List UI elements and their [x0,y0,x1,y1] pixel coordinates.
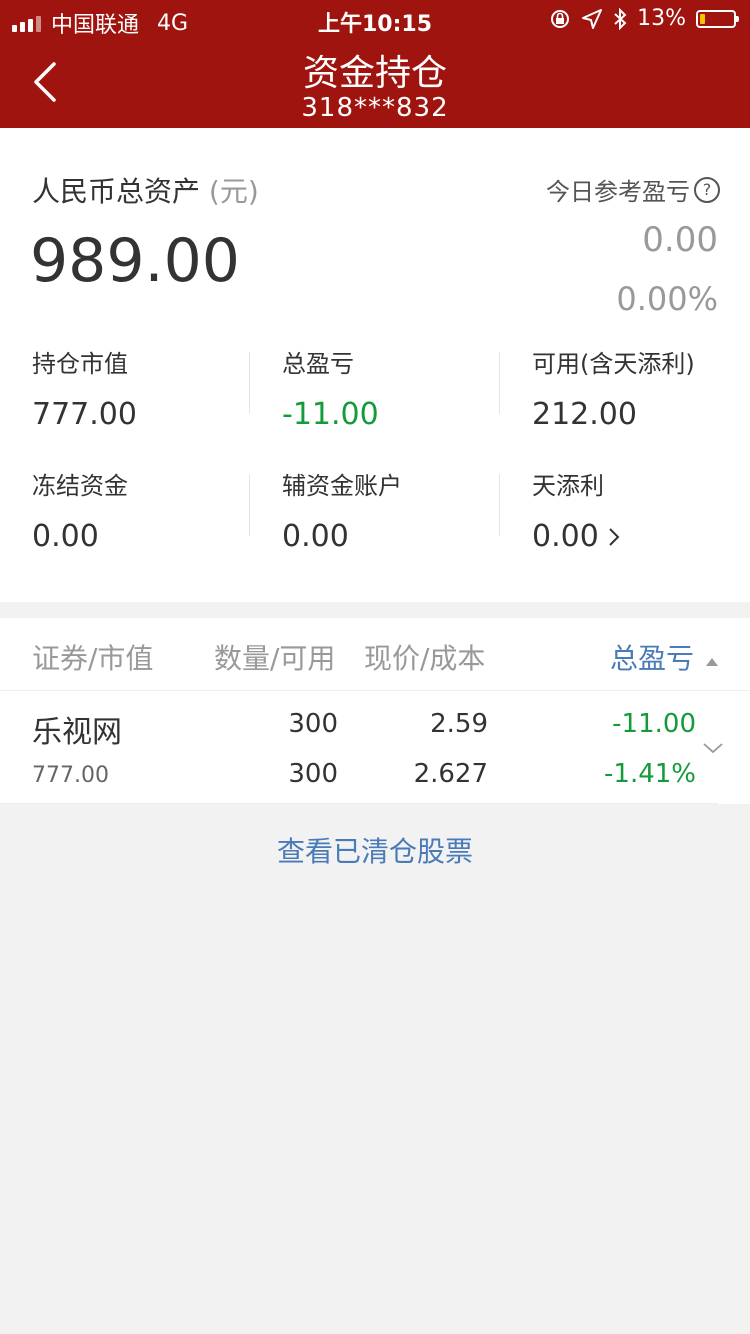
chevron-down-icon[interactable] [702,741,724,755]
frozen-funds-cell: 冻结资金 0.00 [32,472,128,554]
available-cell: 可用(含天添利) 212.00 [532,350,695,432]
position-value-cell: 持仓市值 777.00 [32,350,137,432]
stock-pnl-percent: -1.41% [604,759,696,789]
battery-percent: 13% [637,6,686,31]
account-number: 318***832 [301,93,449,123]
stock-cost: 2.627 [413,759,488,789]
location-icon [582,8,603,29]
table-row[interactable]: 乐视网 777.00 300 300 2.59 2.627 -11.00 -1.… [0,691,723,804]
holdings-table: 证券/市值 数量/可用 现价/成本 总盈亏 乐视网 777.00 300 300… [0,618,750,804]
col-security: 证券/市值 [32,642,154,675]
stock-available: 300 [288,759,338,789]
battery-icon [696,9,739,28]
total-assets-value: 989.00 [30,226,240,296]
status-bar: 中国联通 4G 上午10:15 13% [0,0,750,40]
rotation-lock-icon [551,9,570,28]
total-pnl-cell: 总盈亏 -11.00 [282,350,379,432]
col-price: 现价/成本 [364,642,486,675]
asset-summary: 人民币总资产 (元) 989.00 今日参考盈亏 ? 0.00 0.00% 持仓… [0,128,750,602]
aux-account-cell: 辅资金账户 0.00 [282,472,402,554]
stock-market-value: 777.00 [32,763,109,788]
stock-price: 2.59 [430,709,488,739]
stock-pnl: -11.00 [612,709,696,739]
total-assets-label: 人民币总资产 (元) [32,175,259,208]
bluetooth-icon [614,7,627,30]
stock-qty: 300 [288,709,338,739]
col-total-pnl-sort[interactable]: 总盈亏 [610,637,718,677]
help-icon[interactable]: ? [694,176,720,203]
chevron-right-icon[interactable] [607,526,621,548]
header: 中国联通 4G 上午10:15 13% 资金持仓 318***832 [0,0,750,128]
sort-icon [706,658,718,666]
stock-name: 乐视网 [32,715,122,750]
today-pnl-percent: 0.00% [616,280,718,318]
tiantianli-cell[interactable]: 天添利 0.00 [532,466,750,554]
page-title: 资金持仓 [302,53,447,94]
col-quantity: 数量/可用 [214,642,336,675]
nav-bar: 资金持仓 318***832 [0,40,750,128]
view-cleared-stocks-link[interactable]: 查看已清仓股票 [0,830,750,870]
today-pnl-label[interactable]: 今日参考盈亏 ? [546,172,720,207]
unit-label: (元) [208,175,259,208]
today-pnl-value: 0.00 [642,220,718,260]
table-header: 证券/市值 数量/可用 现价/成本 总盈亏 [0,618,750,691]
